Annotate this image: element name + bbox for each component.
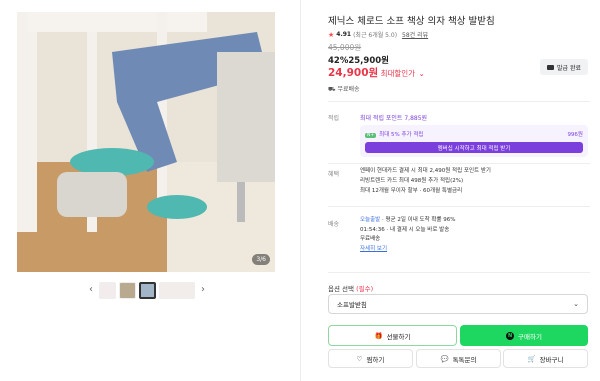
buy-label: 구매하기 (518, 332, 542, 341)
divider (328, 101, 590, 102)
delivery-label: 배송 (328, 221, 340, 228)
option-label: 옵션 선택 (필수) (328, 283, 373, 293)
free-shipping-label: 무료배송 (337, 86, 360, 93)
main-product-image[interactable]: 3/6 (17, 12, 275, 272)
wish-button[interactable]: ♡ 찜하기 (328, 349, 413, 368)
star-icon: ★ (328, 30, 335, 39)
npay-icon: N (506, 331, 515, 340)
original-price: 45,000원 (328, 43, 362, 52)
chat-icon: 💬 (440, 354, 449, 363)
heart-icon: ♡ (356, 354, 363, 363)
thumb-prev-icon[interactable]: ‹ (86, 279, 96, 301)
coupon-icon (547, 64, 554, 70)
points-title: 최대 적립 포인트 7,885원 (360, 115, 428, 122)
thumbnail[interactable] (119, 281, 136, 299)
column-divider (300, 0, 301, 381)
divider (328, 206, 590, 207)
review-link[interactable]: 58건 리뷰 (402, 30, 428, 39)
chevron-down-icon: ⌄ (418, 70, 425, 78)
rating-score: 4.91 (336, 31, 352, 38)
cart-label: 장바구니 (539, 355, 564, 364)
image-gallery: 3/6 ‹ › (0, 0, 300, 381)
points-box: N+ 최대 5% 추가 적립 996원 멤버십 시작하고 최대 적립 받기 (360, 125, 588, 157)
rating-note: (최근 6개월 5.0) (353, 32, 398, 39)
benefit-item[interactable]: 최대 12개월 무이자 할부 · 60개월 특별금리 (360, 186, 588, 196)
coupon-label: 발급 완료 (557, 64, 581, 72)
image-counter: 3/6 (252, 254, 270, 265)
free-shipping: ⛟ 무료배송 (328, 84, 360, 94)
chevron-down-icon: ⌄ (573, 300, 579, 308)
delivery-rate: · 평균 2일 이내 도착 확률 96% (380, 217, 456, 223)
cart-icon: 🛒 (527, 354, 536, 363)
gift-button[interactable]: 🎁 선물하기 (328, 325, 457, 346)
points-label: 적립 (328, 115, 340, 122)
delivery-line-2: 01:54:36 · 내 결제 시 오늘 바로 발송 (360, 226, 450, 233)
benefit-item[interactable]: 엔페이 현대카드 결제 시 최대 2,490원 적립 포인트 받기 (360, 166, 588, 176)
points-extra-value: 996원 (567, 132, 583, 138)
talk-label: 톡톡문의 (452, 355, 477, 364)
delivery-more-link[interactable]: 자세히 보기 (360, 245, 588, 255)
points-title-row: 최대 적립 포인트 7,885원 (360, 113, 588, 122)
today-ship-badge: 오늘출발 (360, 217, 381, 223)
thumbnail-active[interactable] (139, 281, 156, 299)
npay-badge: N+ (365, 133, 377, 138)
option-required: (필수) (356, 285, 374, 293)
max-price-label: 최대할인가 (378, 69, 416, 78)
delivery-line-1: 오늘출발 · 평균 2일 이내 도착 확률 96% (360, 216, 588, 226)
delivery-line-3: 무료배송 (360, 236, 381, 242)
talk-button[interactable]: 💬 톡톡문의 (416, 349, 501, 368)
product-info: 제닉스 체로드 소프 책상 의자 책상 발받침 ★ 4.91 (최근 6개월 5… (328, 0, 590, 381)
points-extra-text: 최대 5% 추가 적립 (379, 132, 424, 138)
divider (328, 163, 590, 164)
wish-label: 찜하기 (366, 355, 385, 364)
product-photo (17, 12, 275, 272)
option-selected-value: 소프발받침 (337, 301, 367, 309)
benefit-item[interactable]: 리빙트렌드 카드 최대 498원 추가 적립(2%) (360, 176, 588, 186)
thumbnail[interactable] (159, 281, 195, 299)
buy-button[interactable]: N 구매하기 (460, 325, 588, 346)
max-price-value: 24,900원 (328, 67, 379, 79)
rating-row: ★ 4.91 (최근 6개월 5.0) 58건 리뷰 (328, 30, 428, 40)
product-title: 제닉스 체로드 소프 책상 의자 책상 발받침 (328, 16, 495, 27)
gift-icon: 🎁 (374, 331, 383, 340)
thumbnail[interactable] (99, 281, 116, 299)
option-select[interactable]: 소프발받침 ⌄ (328, 294, 588, 314)
option-label-text: 옵션 선택 (328, 285, 354, 293)
cart-button[interactable]: 🛒 장바구니 (503, 349, 588, 368)
benefits-list: 엔페이 현대카드 결제 시 최대 2,490원 적립 포인트 받기 리빙트렌드 … (360, 166, 588, 196)
thumb-next-icon[interactable]: › (198, 279, 208, 301)
max-discount-price[interactable]: 24,900원 최대할인가 ⌄ (328, 65, 425, 80)
delivery-info: 오늘출발 · 평균 2일 이내 도착 확률 96% 01:54:36 · 내 결… (360, 216, 588, 254)
membership-cta-button[interactable]: 멤버십 시작하고 최대 적립 받기 (365, 142, 583, 153)
points-extra-line: N+ 최대 5% 추가 적립 996원 (365, 130, 583, 138)
gift-label: 선물하기 (386, 332, 411, 341)
divider (328, 272, 590, 273)
benefits-label: 혜택 (328, 171, 340, 178)
thumbnail-strip: ‹ › (86, 279, 208, 301)
coupon-button[interactable]: 발급 완료 (540, 59, 588, 75)
